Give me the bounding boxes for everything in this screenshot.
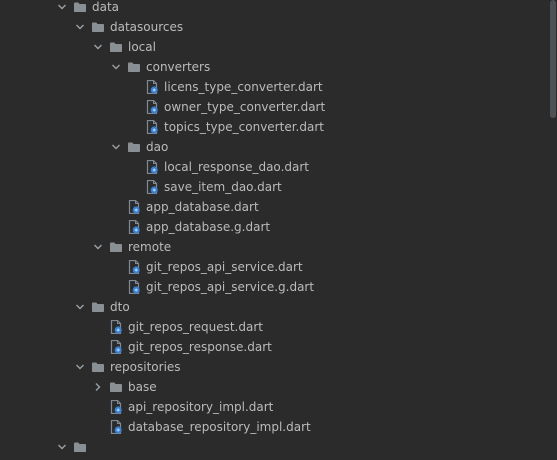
tree-folder-row[interactable]: local — [0, 37, 557, 57]
tree-file-row[interactable]: local_response_dao.dart — [0, 157, 557, 177]
tree-file-row[interactable]: licens_type_converter.dart — [0, 77, 557, 97]
chevron-down-icon[interactable] — [110, 137, 122, 157]
dart-file-icon — [145, 99, 159, 115]
tree-item-label: local_response_dao.dart — [164, 160, 309, 174]
tree-file-row[interactable]: git_repos_api_service.g.dart — [0, 277, 557, 297]
dart-file-icon — [145, 79, 159, 95]
chevron-down-icon[interactable] — [92, 237, 104, 257]
tree-folder-row[interactable]: converters — [0, 57, 557, 77]
tree-item-label: git_repos_api_service.g.dart — [146, 280, 315, 294]
tree-folder-row[interactable]: dao — [0, 137, 557, 157]
tree-item-label: topics_type_converter.dart — [164, 120, 324, 134]
chevron-down-icon[interactable] — [56, 437, 68, 457]
folder-icon — [127, 60, 141, 74]
chevron-right-icon[interactable] — [92, 377, 104, 397]
tree-item-label: base — [128, 380, 157, 394]
tree-file-row[interactable]: git_repos_api_service.dart — [0, 257, 557, 277]
folder-icon — [109, 380, 123, 394]
tree-folder-row[interactable]: data — [0, 0, 557, 17]
tree-item-label: remote — [128, 240, 172, 254]
folder-icon — [127, 140, 141, 154]
tree-file-row[interactable]: git_repos_response.dart — [0, 337, 557, 357]
tree-item-label: dto — [110, 300, 130, 314]
vertical-scrollbar[interactable] — [549, 0, 557, 444]
tree-file-row[interactable]: save_item_dao.dart — [0, 177, 557, 197]
tree-item-label: repositories — [110, 360, 181, 374]
folder-icon — [73, 440, 87, 454]
tree-item-label: git_repos_response.dart — [128, 340, 272, 354]
tree-item-label: api_repository_impl.dart — [128, 400, 274, 414]
dart-file-icon — [145, 119, 159, 135]
folder-icon — [91, 20, 105, 34]
folder-icon — [91, 360, 105, 374]
tree-item-label: local — [128, 40, 156, 54]
tree-file-row[interactable]: app_database.g.dart — [0, 217, 557, 237]
dart-file-icon — [109, 399, 123, 415]
dart-file-icon — [109, 339, 123, 355]
tree-item-label: datasources — [110, 20, 184, 34]
tree-file-row[interactable]: topics_type_converter.dart — [0, 117, 557, 137]
chevron-down-icon[interactable] — [56, 0, 68, 17]
folder-icon — [109, 40, 123, 54]
tree-file-row[interactable]: api_repository_impl.dart — [0, 397, 557, 417]
dart-file-icon — [145, 179, 159, 195]
tree-folder-row[interactable]: remote — [0, 237, 557, 257]
folder-icon — [109, 240, 123, 254]
dart-file-icon — [127, 219, 141, 235]
tree-folder-row[interactable]: dto — [0, 297, 557, 317]
dart-file-icon — [127, 259, 141, 275]
tree-item-label: database_repository_impl.dart — [128, 420, 311, 434]
chevron-down-icon[interactable] — [74, 297, 86, 317]
tree-file-row[interactable]: git_repos_request.dart — [0, 317, 557, 337]
scrollbar-thumb[interactable] — [550, 0, 556, 118]
dart-file-icon — [109, 319, 123, 335]
tree-file-row[interactable]: owner_type_converter.dart — [0, 97, 557, 117]
tree-folder-row[interactable]: base — [0, 377, 557, 397]
tree-item-label: save_item_dao.dart — [164, 180, 282, 194]
tree-file-row[interactable]: app_database.dart — [0, 197, 557, 217]
tree-item-label: licens_type_converter.dart — [164, 80, 323, 94]
chevron-down-icon[interactable] — [110, 57, 122, 77]
chevron-down-icon[interactable] — [74, 357, 86, 377]
dart-file-icon — [127, 279, 141, 295]
tree-file-row[interactable]: database_repository_impl.dart — [0, 417, 557, 437]
chevron-down-icon[interactable] — [92, 37, 104, 57]
tree-item-label: owner_type_converter.dart — [164, 100, 326, 114]
folder-icon — [73, 0, 87, 14]
dart-file-icon — [145, 159, 159, 175]
project-tree: data datasources local converters licens_typ… — [0, 0, 557, 457]
tree-folder-row[interactable]: repositories — [0, 357, 557, 377]
tree-folder-row[interactable] — [0, 437, 557, 457]
tree-item-label: dao — [146, 140, 169, 154]
tree-item-label: converters — [146, 60, 211, 74]
tree-item-label: git_repos_request.dart — [128, 320, 263, 334]
chevron-down-icon[interactable] — [74, 17, 86, 37]
tree-item-label: git_repos_api_service.dart — [146, 260, 303, 274]
folder-icon — [91, 300, 105, 314]
tree-folder-row[interactable]: datasources — [0, 17, 557, 37]
tree-item-label: app_database.g.dart — [146, 220, 271, 234]
dart-file-icon — [127, 199, 141, 215]
tree-item-label: data — [92, 0, 120, 14]
tree-item-label: app_database.dart — [146, 200, 259, 214]
dart-file-icon — [109, 419, 123, 435]
